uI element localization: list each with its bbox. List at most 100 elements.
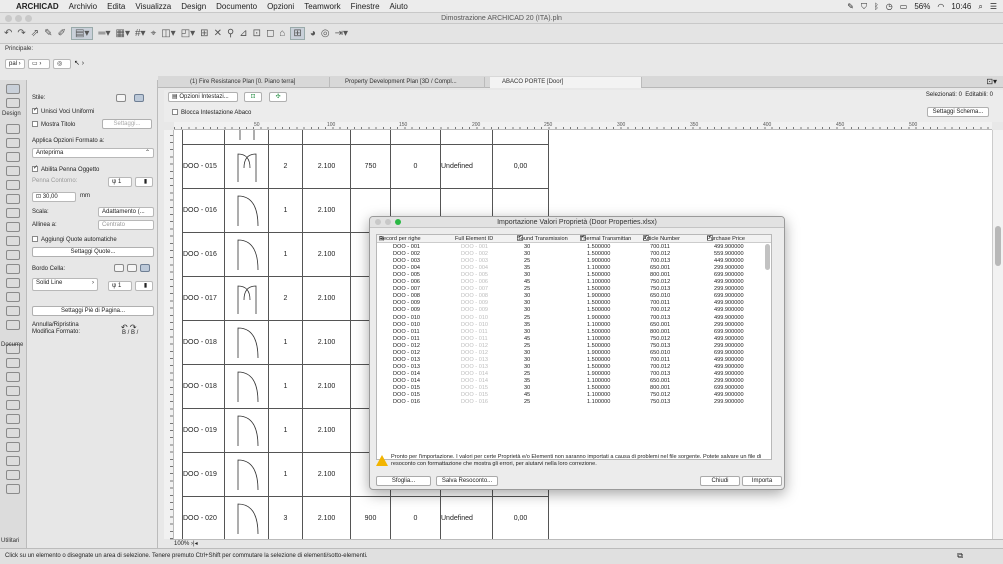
- cell-door-symbol[interactable]: [224, 496, 269, 539]
- col-full-id[interactable]: Full Element ID: [455, 235, 493, 243]
- zone-tool-icon[interactable]: [6, 306, 20, 316]
- table-row[interactable]: DOO - 015 2 2.100 750 0 Undefined 0,00: [182, 144, 549, 189]
- cell-height[interactable]: 2.100: [302, 408, 351, 453]
- arrow-tool-icon[interactable]: [6, 84, 20, 94]
- snap-icon[interactable]: ⌖: [151, 28, 157, 39]
- cell-element-id[interactable]: DOO - 018: [182, 320, 225, 365]
- close-window-button[interactable]: [5, 15, 12, 22]
- import-row[interactable]: DOO - 010 DOO - 010 35 1.100000 650.001 299.9…: [377, 322, 771, 329]
- palette-icon[interactable]: ◕: [310, 28, 316, 39]
- fill-tool-icon[interactable]: [6, 400, 20, 410]
- cell-status[interactable]: Undefined: [440, 496, 493, 539]
- label-tool-icon[interactable]: [6, 386, 20, 396]
- window-tool-icon[interactable]: [6, 278, 20, 288]
- selector-3[interactable]: ◎: [53, 59, 71, 69]
- curtain-wall-tool-icon[interactable]: [6, 222, 20, 232]
- tab-fire-resistance[interactable]: (1) Fire Resistance Plan [0. Piano terra…: [178, 77, 330, 88]
- frame-icon[interactable]: ◻: [266, 28, 274, 39]
- import-row[interactable]: DOO - 008 DOO - 008 30 1.900000 650.010 699.9…: [377, 293, 771, 300]
- stair-tool-icon[interactable]: [6, 236, 20, 246]
- window-toggle-icon[interactable]: ⧉: [957, 549, 963, 563]
- import-row[interactable]: DOO - 005 DOO - 005 30 1.500000 800.001 699.9…: [377, 272, 771, 279]
- cell-element-id[interactable]: DOO - 018: [182, 364, 225, 409]
- penna-color-swatch[interactable]: ▮: [135, 177, 153, 187]
- list-icon[interactable]: ☰: [990, 2, 997, 11]
- wall-tool-icon[interactable]: [6, 124, 20, 134]
- dialog-zoom-button[interactable]: [395, 219, 401, 225]
- spline-tool-icon[interactable]: [6, 456, 20, 466]
- railing-tool-icon[interactable]: [6, 250, 20, 260]
- zoom-level[interactable]: 100%: [174, 541, 189, 547]
- aggiungi-checkbox[interactable]: [32, 236, 38, 242]
- pencil-icon[interactable]: ✐: [58, 28, 66, 39]
- import-row[interactable]: DOO - 011 DOO - 011 30 1.500000 800.001 699.9…: [377, 329, 771, 336]
- import-row[interactable]: DOO - 014 DOO - 014 25 1.900000 700.013 499.9…: [377, 371, 771, 378]
- horizontal-scrollbar[interactable]: 100% ›|◂: [170, 539, 1003, 548]
- cell-quantity[interactable]: 1: [268, 452, 303, 497]
- hatch-icon[interactable]: ▦▾: [116, 28, 130, 39]
- import-row[interactable]: DOO - 015 DOO - 015 45 1.100000 750.012 499.9…: [377, 392, 771, 399]
- unisci-checkbox[interactable]: [32, 106, 38, 114]
- table-row[interactable]: DOO - 020 3 2.100 900 0 Undefined 0,00: [182, 496, 549, 539]
- cell-quantity[interactable]: 2: [268, 144, 303, 189]
- wifi-icon[interactable]: ◠: [937, 2, 944, 11]
- hotspot-tool-icon[interactable]: [6, 470, 20, 480]
- dimension-field[interactable]: ⊡ 30,00: [32, 192, 76, 202]
- app-menu[interactable]: ARCHICAD: [16, 2, 59, 11]
- tile-icon[interactable]: ⊡: [253, 28, 261, 39]
- line-type-icon[interactable]: ═▾: [98, 28, 110, 39]
- cell-door-symbol[interactable]: [224, 408, 269, 453]
- settaggi-quote-button[interactable]: Settaggi Quote...: [32, 247, 154, 257]
- import-row[interactable]: DOO - 014 DOO - 014 35 1.100000 650.001 299.9…: [377, 378, 771, 385]
- undo-icon[interactable]: ↶: [4, 28, 12, 39]
- cell-door-symbol[interactable]: [224, 364, 269, 409]
- cell-width[interactable]: 750: [350, 144, 391, 189]
- grid-active-icon[interactable]: ⊞: [290, 27, 305, 40]
- allinea-select[interactable]: Centrato: [98, 220, 154, 230]
- settaggi-titolo-button[interactable]: Settaggi...: [102, 119, 152, 129]
- menu-teamwork[interactable]: Teamwork: [304, 2, 340, 11]
- sfoglia-button[interactable]: Sfoglia...: [376, 476, 431, 486]
- roof-tool-icon[interactable]: [6, 180, 20, 190]
- salva-resoconto-button[interactable]: Salva Resoconto...: [436, 476, 498, 486]
- menu-visualizza[interactable]: Visualizza: [135, 2, 171, 11]
- marquee-tool-icon[interactable]: [6, 98, 20, 108]
- bluetooth-icon[interactable]: ᛒ: [874, 2, 879, 11]
- grid-icon[interactable]: #▾: [135, 28, 146, 39]
- cell-quantity[interactable]: 1: [268, 188, 303, 233]
- import-row[interactable]: DOO - 011 DOO - 011 45 1.100000 750.012 499.9…: [377, 336, 771, 343]
- cell-price[interactable]: 0,00: [492, 144, 549, 189]
- menu-opzioni[interactable]: Opzioni: [267, 2, 294, 11]
- cell-element-id[interactable]: DOO - 020: [182, 496, 225, 539]
- circle-tool-icon[interactable]: [6, 428, 20, 438]
- column-tool-icon[interactable]: [6, 138, 20, 148]
- cell-element-id[interactable]: DOO - 016: [182, 188, 225, 233]
- slab-tool-icon[interactable]: [6, 166, 20, 176]
- cell-door-symbol[interactable]: [224, 320, 269, 365]
- redo-icon[interactable]: ↷: [17, 28, 25, 39]
- import-row[interactable]: DOO - 009 DOO - 009 30 1.500000 700.012 499.9…: [377, 307, 771, 314]
- menu-documento[interactable]: Documento: [216, 2, 257, 11]
- import-row[interactable]: DOO - 010 DOO - 010 25 1.900000 700.013 499.9…: [377, 315, 771, 322]
- mesh-tool-icon[interactable]: [6, 320, 20, 330]
- compass-icon[interactable]: ◎: [321, 28, 330, 39]
- settaggi-piede-button[interactable]: Settaggi Piè di Pagina...: [32, 306, 154, 316]
- menu-design[interactable]: Design: [181, 2, 206, 11]
- skylight-tool-icon[interactable]: [6, 208, 20, 218]
- pen-icon[interactable]: ✎: [847, 2, 854, 11]
- import-row[interactable]: DOO - 009 DOO - 009 30 1.500000 700.011 499.9…: [377, 300, 771, 307]
- cell-element-id[interactable]: DOO - 019: [182, 408, 225, 453]
- cell-element-id[interactable]: DOO - 015: [182, 144, 225, 189]
- border-outer-icon[interactable]: [114, 264, 124, 272]
- cell-element-id[interactable]: DOO - 016: [182, 232, 225, 277]
- wand-icon[interactable]: ⚲: [227, 28, 234, 39]
- line-type-select[interactable]: Solid Line ›: [32, 278, 98, 291]
- opzioni-intestazione-button[interactable]: ▤ Opzioni Intestazi...: [168, 92, 238, 102]
- format-toggle[interactable]: B / B /: [122, 330, 138, 336]
- cell-height[interactable]: 2.100: [302, 496, 351, 539]
- dialog-minimize-button[interactable]: [385, 219, 391, 225]
- import-row[interactable]: DOO - 007 DOO - 007 25 1.500000 750.013 299.9…: [377, 286, 771, 293]
- vertical-scrollbar[interactable]: [992, 130, 1003, 539]
- chiudi-button[interactable]: Chiudi: [700, 476, 740, 486]
- clock-icon[interactable]: ◷: [886, 2, 893, 11]
